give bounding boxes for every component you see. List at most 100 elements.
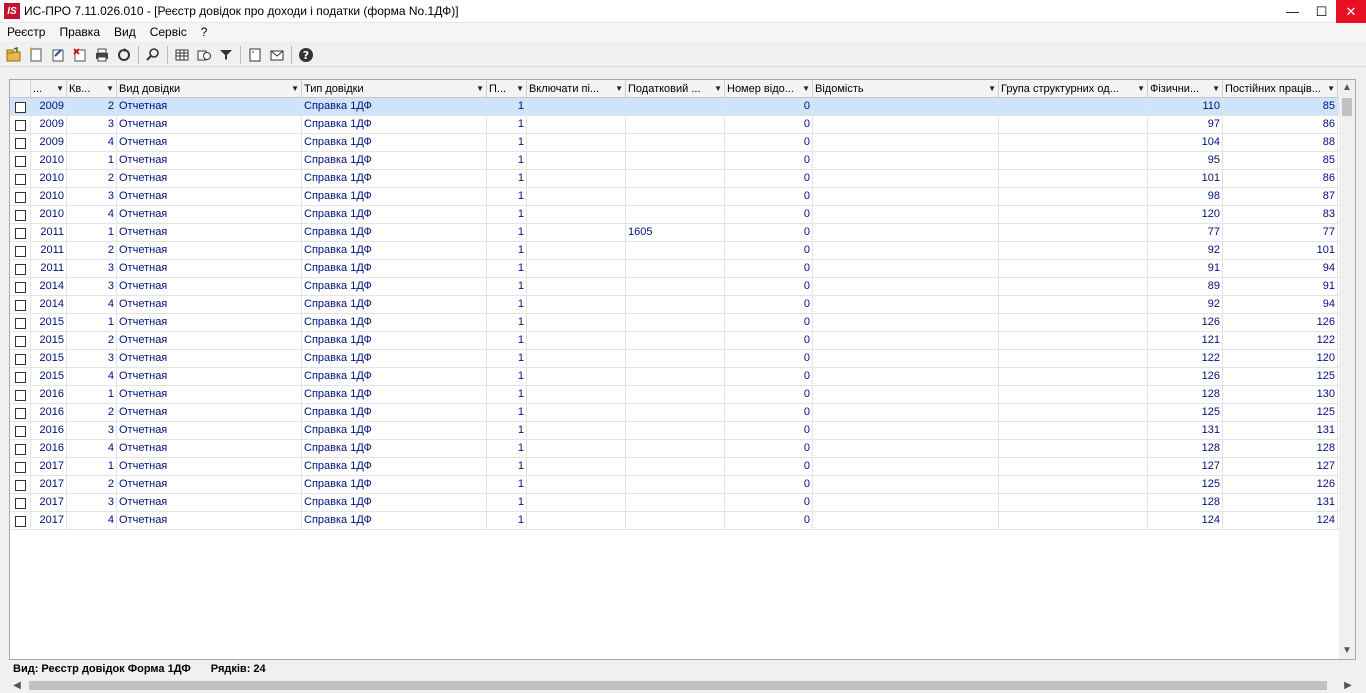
table-row[interactable]: 2015 4 Отчетная Справка 1ДФ 1 0 126 125 bbox=[10, 368, 1340, 386]
cell-tax[interactable] bbox=[626, 458, 725, 476]
cell-permanent[interactable]: 126 bbox=[1223, 476, 1338, 494]
scroll-down-icon[interactable]: ▼ bbox=[1339, 643, 1355, 659]
cell-statement[interactable] bbox=[813, 476, 999, 494]
new-icon[interactable] bbox=[25, 44, 47, 66]
cell-physical[interactable]: 125 bbox=[1148, 476, 1223, 494]
cell-permanent[interactable]: 130 bbox=[1223, 386, 1338, 404]
cell-permanent[interactable]: 87 bbox=[1223, 188, 1338, 206]
cell-year[interactable]: 2011 bbox=[31, 260, 67, 278]
checkbox-icon[interactable] bbox=[14, 371, 26, 383]
cell-group[interactable] bbox=[999, 188, 1148, 206]
header-quarter[interactable]: Кв... ▼ bbox=[67, 80, 117, 98]
cell-kind[interactable]: Отчетная bbox=[117, 188, 302, 206]
cell-tax[interactable] bbox=[626, 116, 725, 134]
cell-number[interactable]: 0 bbox=[725, 350, 813, 368]
cell-statement[interactable] bbox=[813, 404, 999, 422]
cell-include[interactable] bbox=[527, 386, 626, 404]
dropdown-arrow-icon[interactable]: ▼ bbox=[476, 80, 484, 98]
cell-p[interactable]: 1 bbox=[487, 278, 527, 296]
cell-include[interactable] bbox=[527, 260, 626, 278]
cell-physical[interactable]: 98 bbox=[1148, 188, 1223, 206]
table-row[interactable]: 2015 1 Отчетная Справка 1ДФ 1 0 126 126 bbox=[10, 314, 1340, 332]
cell-physical[interactable]: 92 bbox=[1148, 242, 1223, 260]
cell-year[interactable]: 2017 bbox=[31, 512, 67, 530]
cell-statement[interactable] bbox=[813, 242, 999, 260]
cell-permanent[interactable]: 85 bbox=[1223, 152, 1338, 170]
cell-physical[interactable]: 124 bbox=[1148, 512, 1223, 530]
cell-include[interactable] bbox=[527, 242, 626, 260]
scroll-left-icon[interactable]: ◀ bbox=[9, 678, 25, 693]
row-checkbox[interactable] bbox=[10, 422, 31, 440]
dropdown-arrow-icon[interactable]: ▼ bbox=[1137, 80, 1145, 98]
cell-permanent[interactable]: 125 bbox=[1223, 368, 1338, 386]
cell-include[interactable] bbox=[527, 314, 626, 332]
table-row[interactable]: 2015 2 Отчетная Справка 1ДФ 1 0 121 122 bbox=[10, 332, 1340, 350]
cell-statement[interactable] bbox=[813, 350, 999, 368]
dropdown-arrow-icon[interactable]: ▼ bbox=[1212, 80, 1220, 98]
cell-type[interactable]: Справка 1ДФ bbox=[302, 476, 487, 494]
cell-statement[interactable] bbox=[813, 260, 999, 278]
cell-p[interactable]: 1 bbox=[487, 386, 527, 404]
cell-quarter[interactable]: 2 bbox=[67, 332, 117, 350]
cell-p[interactable]: 1 bbox=[487, 260, 527, 278]
cell-p[interactable]: 1 bbox=[487, 242, 527, 260]
cell-type[interactable]: Справка 1ДФ bbox=[302, 350, 487, 368]
checkbox-icon[interactable] bbox=[14, 245, 26, 257]
cell-kind[interactable]: Отчетная bbox=[117, 206, 302, 224]
cell-quarter[interactable]: 4 bbox=[67, 368, 117, 386]
table-row[interactable]: 2009 2 Отчетная Справка 1ДФ 1 0 110 85 bbox=[10, 98, 1340, 116]
table-row[interactable]: 2010 4 Отчетная Справка 1ДФ 1 0 120 83 bbox=[10, 206, 1340, 224]
row-checkbox[interactable] bbox=[10, 440, 31, 458]
table-row[interactable]: 2017 1 Отчетная Справка 1ДФ 1 0 127 127 bbox=[10, 458, 1340, 476]
checkbox-icon[interactable] bbox=[14, 101, 26, 113]
cell-statement[interactable] bbox=[813, 440, 999, 458]
cell-permanent[interactable]: 88 bbox=[1223, 134, 1338, 152]
checkbox-icon[interactable] bbox=[14, 263, 26, 275]
cell-type[interactable]: Справка 1ДФ bbox=[302, 152, 487, 170]
checkbox-icon[interactable] bbox=[14, 191, 26, 203]
cell-number[interactable]: 0 bbox=[725, 404, 813, 422]
cell-year[interactable]: 2016 bbox=[31, 440, 67, 458]
table-row[interactable]: 2009 3 Отчетная Справка 1ДФ 1 0 97 86 bbox=[10, 116, 1340, 134]
cell-p[interactable]: 1 bbox=[487, 368, 527, 386]
cell-number[interactable]: 0 bbox=[725, 296, 813, 314]
cell-p[interactable]: 1 bbox=[487, 134, 527, 152]
cell-include[interactable] bbox=[527, 332, 626, 350]
cell-include[interactable] bbox=[527, 170, 626, 188]
cell-physical[interactable]: 120 bbox=[1148, 206, 1223, 224]
table-row[interactable]: 2010 3 Отчетная Справка 1ДФ 1 0 98 87 bbox=[10, 188, 1340, 206]
cell-statement[interactable] bbox=[813, 206, 999, 224]
cell-number[interactable]: 0 bbox=[725, 170, 813, 188]
cell-p[interactable]: 1 bbox=[487, 314, 527, 332]
cell-tax[interactable] bbox=[626, 278, 725, 296]
cell-statement[interactable] bbox=[813, 134, 999, 152]
cell-kind[interactable]: Отчетная bbox=[117, 170, 302, 188]
cell-type[interactable]: Справка 1ДФ bbox=[302, 422, 487, 440]
minimize-button[interactable]: — bbox=[1278, 0, 1307, 23]
cell-tax[interactable] bbox=[626, 170, 725, 188]
cell-include[interactable] bbox=[527, 404, 626, 422]
cell-group[interactable] bbox=[999, 422, 1148, 440]
vertical-scrollbar[interactable]: ▲ ▼ bbox=[1339, 80, 1355, 659]
cell-type[interactable]: Справка 1ДФ bbox=[302, 134, 487, 152]
cell-quarter[interactable]: 3 bbox=[67, 422, 117, 440]
cell-quarter[interactable]: 1 bbox=[67, 314, 117, 332]
search-icon[interactable] bbox=[142, 44, 164, 66]
cell-tax[interactable] bbox=[626, 296, 725, 314]
cell-tax[interactable]: 1605 bbox=[626, 224, 725, 242]
cell-type[interactable]: Справка 1ДФ bbox=[302, 170, 487, 188]
cell-permanent[interactable]: 86 bbox=[1223, 170, 1338, 188]
cell-kind[interactable]: Отчетная bbox=[117, 242, 302, 260]
cell-permanent[interactable]: 122 bbox=[1223, 332, 1338, 350]
cell-tax[interactable] bbox=[626, 152, 725, 170]
cell-permanent[interactable]: 101 bbox=[1223, 242, 1338, 260]
cell-p[interactable]: 1 bbox=[487, 188, 527, 206]
cell-group[interactable] bbox=[999, 170, 1148, 188]
cell-quarter[interactable]: 4 bbox=[67, 440, 117, 458]
cell-number[interactable]: 0 bbox=[725, 440, 813, 458]
cell-statement[interactable] bbox=[813, 224, 999, 242]
checkbox-icon[interactable] bbox=[14, 479, 26, 491]
cell-physical[interactable]: 104 bbox=[1148, 134, 1223, 152]
cell-p[interactable]: 1 bbox=[487, 512, 527, 530]
cell-kind[interactable]: Отчетная bbox=[117, 278, 302, 296]
